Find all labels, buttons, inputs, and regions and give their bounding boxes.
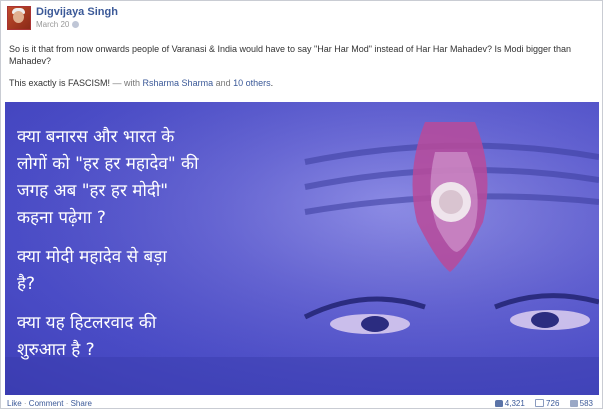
post-date[interactable]: March 20 — [36, 20, 80, 29]
image-line-5: क्या मोदी महादेव से बड़ा — [17, 247, 167, 267]
author-name[interactable]: Digvijaya Singh — [36, 6, 118, 18]
post-stats: 4,321 726 583 — [487, 399, 593, 408]
image-line-4: कहना पढ़ेगा ? — [17, 208, 106, 228]
image-line-1: क्या बनारस और भारत के — [17, 127, 175, 147]
fascism-text: This exactly is FASCISM! — [9, 78, 111, 88]
image-line-7: क्या यह हिटलरवाद की — [17, 313, 157, 333]
image-hindi-text: क्या बनारस और भारत के लोगों को "हर हर मह… — [17, 124, 317, 364]
image-line-6: है? — [17, 274, 36, 294]
share-link[interactable]: Share — [71, 399, 92, 408]
post-date-text: March 20 — [36, 20, 70, 29]
share-count-icon — [569, 400, 578, 407]
separator-dot: · — [21, 399, 29, 408]
globe-icon — [72, 21, 80, 28]
like-count[interactable]: 4,321 — [494, 399, 525, 408]
share-count[interactable]: 583 — [569, 399, 593, 408]
like-link[interactable]: Like — [7, 399, 22, 408]
like-count-icon — [494, 400, 503, 407]
comment-count-icon — [535, 399, 545, 407]
post-text: So is it that from now onwards people of… — [9, 43, 599, 89]
comment-count-value: 726 — [546, 399, 560, 408]
post-body: So is it that from now onwards people of… — [9, 44, 572, 66]
image-line-2: लोगों को "हर हर महादेव" की — [17, 154, 199, 174]
period-text: . — [270, 78, 274, 88]
share-count-value: 583 — [579, 399, 593, 408]
post-footer: Like · Comment · Share 4,321 726 583 — [7, 398, 597, 410]
image-line-8: शुरुआत है ? — [17, 340, 95, 360]
tagged-person-link[interactable]: Rsharma Sharma — [143, 78, 214, 88]
post-tag-line: This exactly is FASCISM! — with Rsharma … — [9, 77, 599, 89]
separator-dot: · — [63, 399, 71, 408]
comment-count[interactable]: 726 — [535, 399, 559, 408]
comment-link[interactable]: Comment — [29, 399, 64, 408]
post-photo[interactable]: क्या बनारस और भारत के लोगों को "हर हर मह… — [5, 102, 599, 395]
avatar[interactable] — [7, 6, 31, 30]
facebook-post: Digvijaya Singh March 20 So is it that f… — [0, 0, 603, 409]
post-actions: Like · Comment · Share — [7, 399, 92, 408]
like-count-value: 4,321 — [504, 399, 525, 408]
image-line-3: जगह अब "हर हर मोदी" — [17, 181, 169, 201]
with-text: — with — [110, 78, 143, 88]
others-link[interactable]: 10 others — [233, 78, 271, 88]
and-text: and — [213, 78, 234, 88]
